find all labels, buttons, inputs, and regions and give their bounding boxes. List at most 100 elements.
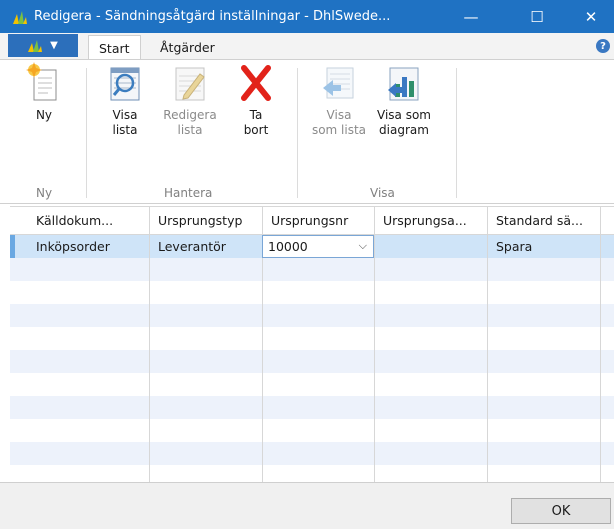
app-menu-button[interactable]: ▼ [8, 34, 78, 57]
chevron-down-icon[interactable]: ⌵ [359, 239, 367, 253]
table-cell[interactable] [149, 373, 262, 396]
table-cell[interactable] [600, 373, 614, 396]
table-cell[interactable] [487, 350, 600, 373]
table-cell[interactable] [487, 373, 600, 396]
view-list-button[interactable]: Visa lista [98, 62, 152, 138]
group-separator [86, 68, 87, 198]
dynamics-logo-icon [28, 39, 43, 52]
table-cell[interactable] [28, 258, 148, 281]
minimize-button[interactable]: — [448, 0, 494, 33]
ursprungsnr-dropdown[interactable]: 10000 ⌵ [262, 235, 374, 258]
table-cell[interactable] [374, 465, 487, 483]
delete-button[interactable]: Ta bort [234, 62, 278, 138]
table-cell[interactable] [374, 350, 487, 373]
dynamics-logo-icon [13, 11, 27, 24]
column-header[interactable]: Standard sä... [487, 207, 600, 234]
table-cell[interactable] [28, 281, 148, 304]
table-cell[interactable] [28, 327, 148, 350]
table-cell[interactable] [28, 442, 148, 465]
table-row[interactable] [10, 442, 614, 465]
table-cell[interactable] [28, 373, 148, 396]
table-cell[interactable] [374, 235, 487, 258]
table-cell[interactable] [28, 350, 148, 373]
table-cell[interactable] [487, 396, 600, 419]
table-cell[interactable] [374, 373, 487, 396]
table-cell[interactable] [374, 396, 487, 419]
table-cell[interactable] [374, 327, 487, 350]
table-cell[interactable] [149, 465, 262, 483]
table-cell[interactable] [28, 396, 148, 419]
table-cell[interactable] [28, 419, 148, 442]
help-icon[interactable]: ? [596, 39, 610, 53]
tab-atgarder[interactable]: Åtgärder [150, 35, 225, 59]
table-cell[interactable] [149, 304, 262, 327]
table-cell[interactable] [262, 304, 375, 327]
close-button[interactable]: ✕ [568, 0, 614, 33]
table-row[interactable] [10, 281, 614, 304]
table-cell[interactable]: Inköpsorder [28, 235, 148, 258]
tab-start[interactable]: Start [88, 35, 141, 60]
table-cell[interactable] [149, 327, 262, 350]
table-cell[interactable] [262, 419, 375, 442]
table-cell[interactable] [600, 396, 614, 419]
table-cell[interactable] [487, 327, 600, 350]
table-cell[interactable] [600, 419, 614, 442]
table-cell[interactable] [262, 327, 375, 350]
table-row[interactable] [10, 465, 614, 483]
table-cell[interactable] [487, 258, 600, 281]
show-as-chart-button[interactable]: Visa som diagram [372, 62, 436, 138]
table-cell[interactable] [149, 419, 262, 442]
table-cell[interactable] [600, 442, 614, 465]
table-row[interactable] [10, 350, 614, 373]
table-cell[interactable] [374, 442, 487, 465]
show-as-list-button[interactable]: Visa som lista [310, 62, 368, 138]
table-cell[interactable] [149, 442, 262, 465]
table-cell[interactable]: Spara [487, 235, 600, 258]
table-cell[interactable] [600, 465, 614, 483]
table-cell[interactable] [262, 396, 375, 419]
table-cell[interactable] [374, 258, 487, 281]
table-row[interactable]: Inköpsorder Leverantör 10000 ⌵ Spara [10, 235, 614, 258]
table-cell[interactable] [600, 258, 614, 281]
table-row[interactable] [10, 258, 614, 281]
table-cell[interactable] [28, 465, 148, 483]
table-row[interactable] [10, 327, 614, 350]
table-cell[interactable] [600, 327, 614, 350]
table-cell[interactable] [262, 465, 375, 483]
table-cell[interactable] [28, 304, 148, 327]
row-selector[interactable] [10, 235, 15, 258]
table-cell[interactable] [262, 281, 375, 304]
column-header[interactable]: Ursprungsa... [374, 207, 487, 234]
table-cell[interactable] [262, 373, 375, 396]
table-cell[interactable] [374, 419, 487, 442]
table-cell[interactable] [487, 442, 600, 465]
table-cell[interactable] [262, 350, 375, 373]
table-cell[interactable] [262, 258, 375, 281]
table-cell[interactable] [374, 304, 487, 327]
table-row[interactable] [10, 373, 614, 396]
table-cell[interactable] [149, 258, 262, 281]
table-cell[interactable] [600, 350, 614, 373]
new-button[interactable]: Ny [22, 62, 66, 123]
edit-list-button[interactable]: Redigera lista [160, 62, 220, 138]
table-cell[interactable] [487, 465, 600, 483]
table-cell[interactable] [600, 304, 614, 327]
maximize-button[interactable]: ☐ [514, 0, 560, 33]
table-cell[interactable] [487, 419, 600, 442]
table-cell[interactable] [487, 281, 600, 304]
column-header[interactable]: Ursprungsnr [262, 207, 375, 234]
table-cell[interactable] [149, 350, 262, 373]
table-cell[interactable] [262, 442, 375, 465]
table-cell[interactable] [374, 281, 487, 304]
table-row[interactable] [10, 419, 614, 442]
table-cell[interactable] [149, 281, 262, 304]
table-cell[interactable]: Leverantör [149, 235, 262, 258]
column-header[interactable]: Ursprungstyp [149, 207, 262, 234]
column-header[interactable]: Källdokum... [28, 207, 148, 234]
table-row[interactable] [10, 396, 614, 419]
table-cell[interactable] [600, 281, 614, 304]
table-cell[interactable] [487, 304, 600, 327]
ok-button[interactable]: OK [511, 498, 611, 524]
table-row[interactable] [10, 304, 614, 327]
table-cell[interactable] [149, 396, 262, 419]
